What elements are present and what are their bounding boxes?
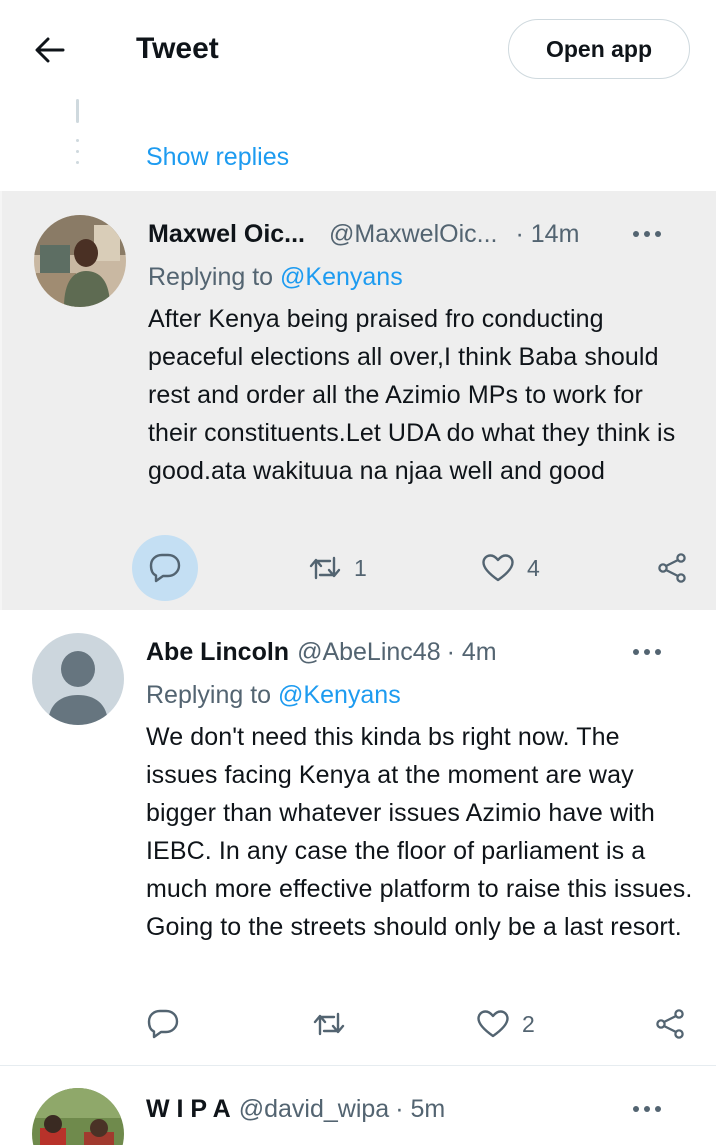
tweet-time[interactable]: · 14m: [515, 220, 579, 249]
show-replies-link[interactable]: Show replies: [146, 142, 289, 172]
retweet-icon: [313, 1012, 345, 1036]
retweet-icon: [309, 556, 341, 580]
retweet-button[interactable]: 1: [308, 538, 367, 598]
tweet-actions: 2: [146, 994, 692, 1054]
avatar[interactable]: [32, 1088, 124, 1145]
page-title: Tweet: [136, 32, 219, 65]
tweet-header: Maxwel Oic... @MaxwelOic... · 14m: [148, 217, 692, 251]
tweet-actions: 1 4: [132, 535, 692, 601]
open-app-button[interactable]: Open app: [508, 19, 690, 79]
reply-button[interactable]: [148, 538, 182, 598]
like-count: 4: [527, 554, 540, 581]
more-horizontal-icon: [633, 649, 661, 655]
thread-dots: [76, 139, 79, 172]
thread-line: [76, 99, 79, 123]
tweet-text: We don't need this kinda bs right now. T…: [146, 723, 693, 941]
tweet-text: After Kenya being praised fro conducting…: [148, 305, 676, 485]
like-button[interactable]: 2: [476, 994, 535, 1054]
tweet-time[interactable]: · 5m: [395, 1095, 445, 1124]
replying-to: Replying to @Kenyans: [148, 261, 403, 293]
replying-prefix: Replying to: [148, 263, 281, 291]
more-horizontal-icon: [633, 231, 661, 237]
more-button[interactable]: [632, 635, 662, 669]
share-button[interactable]: [656, 538, 688, 598]
reply-button[interactable]: [146, 994, 180, 1054]
tweet-maxwel[interactable]: Maxwel Oic... @MaxwelOic... · 14m Replyi…: [0, 191, 716, 610]
more-button[interactable]: [632, 217, 662, 251]
author-name[interactable]: W I P A: [146, 1095, 231, 1124]
mention-link[interactable]: @Kenyans: [278, 681, 401, 709]
like-count: 2: [522, 1010, 535, 1037]
avatar-default[interactable]: [32, 633, 124, 725]
reply-icon: [149, 553, 181, 583]
more-button[interactable]: [632, 1092, 662, 1126]
back-button[interactable]: [28, 28, 72, 72]
author-name[interactable]: Maxwel Oic...: [148, 220, 305, 249]
replying-to: Replying to @Kenyans: [146, 679, 401, 711]
tweet-header: Abe Lincoln @AbeLinc48 · 4m: [146, 635, 692, 669]
like-button[interactable]: 4: [481, 538, 540, 598]
top-bar: Tweet Open app: [0, 0, 716, 98]
author-handle[interactable]: @david_wipa: [239, 1095, 389, 1124]
heart-icon: [477, 1010, 509, 1038]
author-handle[interactable]: @AbeLinc48: [297, 638, 441, 667]
share-button[interactable]: [654, 994, 686, 1054]
tweet-header: W I P A @david_wipa · 5m: [146, 1092, 692, 1126]
heart-icon: [482, 554, 514, 582]
share-icon: [658, 553, 686, 583]
retweet-button[interactable]: [312, 994, 358, 1054]
author-name[interactable]: Abe Lincoln: [146, 638, 289, 667]
reply-icon: [147, 1009, 179, 1039]
tweet-abe-lincoln[interactable]: Abe Lincoln @AbeLinc48 · 4m Replying to …: [0, 610, 716, 1065]
author-handle[interactable]: @MaxwelOic...: [329, 220, 497, 249]
more-horizontal-icon: [633, 1106, 661, 1112]
retweet-count: 1: [354, 554, 367, 581]
tweet-wipa[interactable]: W I P A @david_wipa · 5m: [0, 1066, 716, 1145]
replying-prefix: Replying to: [146, 681, 279, 709]
share-icon: [656, 1009, 684, 1039]
arrow-left-icon: [35, 37, 65, 63]
tweet-time[interactable]: · 4m: [447, 638, 497, 667]
mention-link[interactable]: @Kenyans: [280, 263, 403, 291]
avatar[interactable]: [34, 215, 126, 307]
